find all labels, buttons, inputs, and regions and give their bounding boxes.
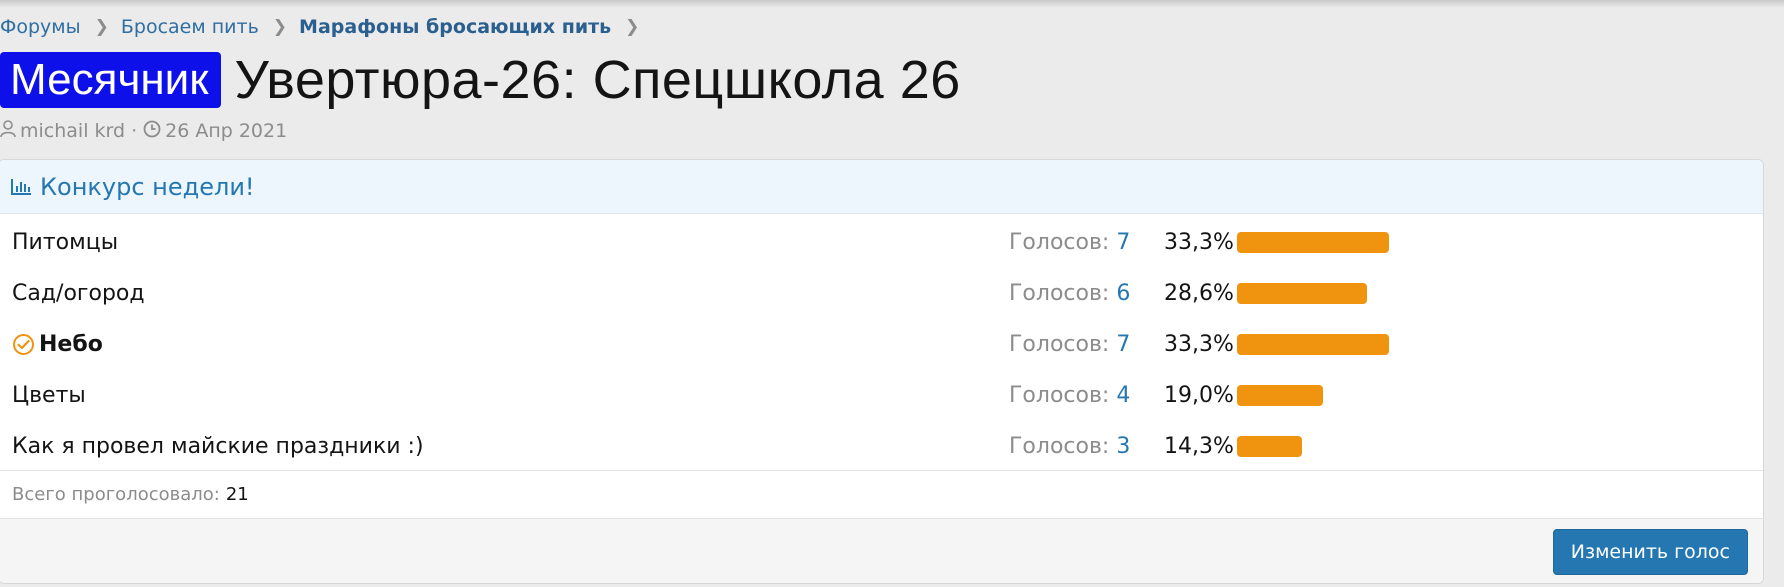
user-icon: [0, 119, 16, 143]
thread-title-row: Месячник Увертюра-26: Спецшкола 26: [0, 50, 961, 110]
votes-count-link[interactable]: 3: [1116, 434, 1130, 459]
breadcrumb-forums[interactable]: Форумы: [0, 16, 81, 38]
poll-option-bar: [1237, 436, 1302, 457]
poll-option-row: Питомцы Голосов: 7 33,3%: [0, 217, 1763, 268]
poll-option-bar: [1237, 385, 1323, 406]
poll-option-text: Небо: [39, 332, 103, 357]
poll-option-label: Цветы: [12, 383, 86, 408]
votes-count-link[interactable]: 6: [1116, 281, 1130, 306]
poll-header: Конкурс недели!: [0, 160, 1763, 214]
poll-option-percent: 33,3%: [1164, 230, 1234, 255]
page-title: Увертюра-26: Спецшкола 26: [234, 50, 961, 110]
breadcrumb: Форумы ❯ Бросаем пить ❯ Марафоны бросающ…: [0, 14, 651, 40]
meta-separator: ·: [131, 120, 138, 142]
thread-meta: michail krd · 26 Апр 2021: [0, 118, 287, 144]
poll-footer: Изменить голос: [0, 518, 1763, 583]
poll-option-percent: 19,0%: [1164, 383, 1234, 408]
poll-option-bar: [1237, 232, 1389, 253]
change-vote-button[interactable]: Изменить голос: [1552, 529, 1748, 575]
chevron-right-icon: ❯: [94, 17, 109, 37]
thread-prefix-badge[interactable]: Месячник: [0, 52, 221, 108]
clock-icon: [143, 120, 161, 143]
poll-option-percent: 14,3%: [1164, 434, 1234, 459]
chevron-right-icon: ❯: [272, 17, 288, 37]
poll-option-row: Как я провел майские праздники :) Голосо…: [0, 421, 1763, 472]
poll-option-votes: Голосов: 7: [1009, 230, 1130, 255]
votes-count-link[interactable]: 7: [1116, 230, 1130, 255]
votes-label: Голосов:: [1009, 383, 1110, 408]
poll-options: Питомцы Голосов: 7 33,3% Сад/огород Голо…: [0, 214, 1763, 472]
poll-option-votes: Голосов: 7: [1009, 332, 1130, 357]
votes-label: Голосов:: [1009, 230, 1110, 255]
check-circle-icon: [12, 333, 35, 356]
poll-option-label-voted: Небо: [12, 332, 103, 357]
poll-option-votes: Голосов: 3: [1009, 434, 1130, 459]
poll-total-value: 21: [225, 484, 249, 505]
breadcrumb-marathons[interactable]: Марафоны бросающих пить: [299, 16, 611, 38]
poll-block: Конкурс недели! Питомцы Голосов: 7 33,3%…: [0, 159, 1764, 584]
poll-option-bar: [1237, 334, 1389, 355]
chevron-right-icon: ❯: [625, 17, 640, 37]
poll-option-percent: 28,6%: [1164, 281, 1234, 306]
poll-option-row: Сад/огород Голосов: 6 28,6%: [0, 268, 1763, 319]
poll-total-label: Всего проголосовало:: [12, 484, 220, 505]
author-link[interactable]: michail krd: [20, 120, 125, 142]
poll-total: Всего проголосовало: 21: [0, 470, 1763, 518]
top-shadow: [0, 0, 1784, 8]
votes-label: Голосов:: [1009, 332, 1110, 357]
poll-option-label: Питомцы: [12, 230, 119, 255]
thread-date-link[interactable]: 26 Апр 2021: [165, 120, 287, 142]
bar-chart-icon: [10, 177, 32, 197]
poll-option-bar: [1237, 283, 1367, 304]
poll-title: Конкурс недели!: [40, 172, 255, 201]
poll-option-votes: Голосов: 6: [1009, 281, 1130, 306]
breadcrumb-quit-drinking[interactable]: Бросаем пить: [121, 16, 259, 38]
votes-count-link[interactable]: 7: [1116, 332, 1130, 357]
poll-option-row: Цветы Голосов: 4 19,0%: [0, 370, 1763, 421]
votes-label: Голосов:: [1009, 281, 1110, 306]
votes-count-link[interactable]: 4: [1116, 383, 1130, 408]
poll-option-label: Сад/огород: [12, 281, 145, 306]
poll-option-row-voted: Небо Голосов: 7 33,3%: [0, 319, 1763, 370]
votes-label: Голосов:: [1009, 434, 1110, 459]
poll-option-votes: Голосов: 4: [1009, 383, 1130, 408]
poll-option-percent: 33,3%: [1164, 332, 1234, 357]
poll-option-label: Как я провел майские праздники :): [12, 434, 424, 459]
